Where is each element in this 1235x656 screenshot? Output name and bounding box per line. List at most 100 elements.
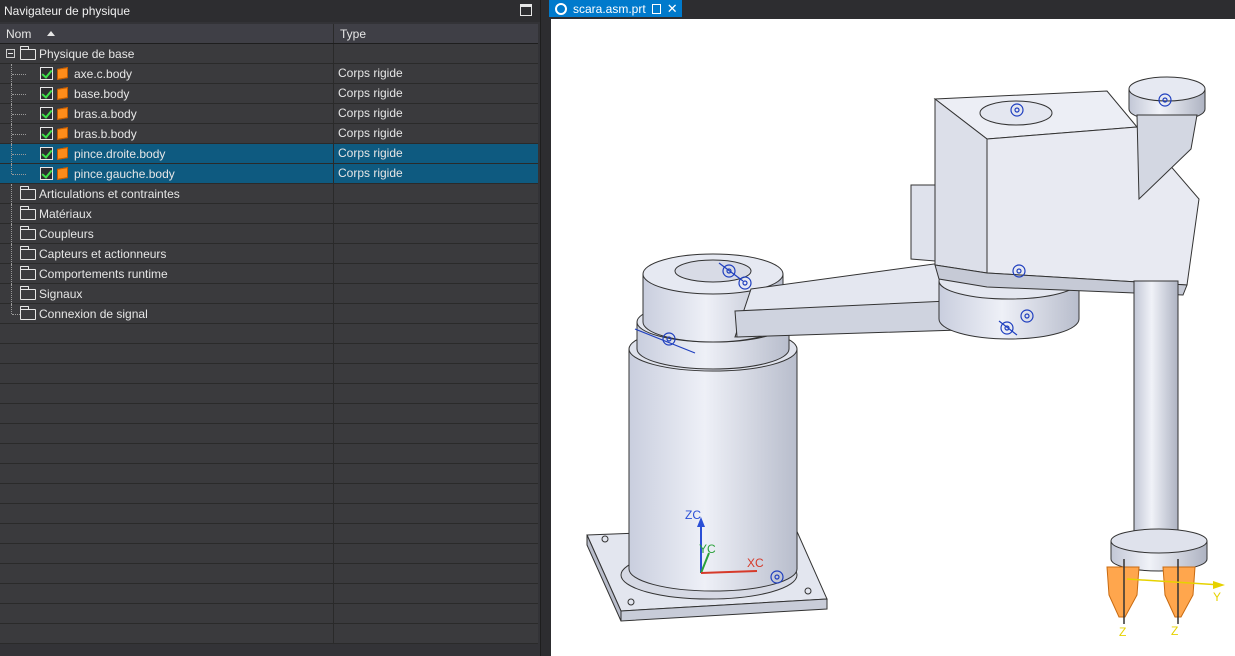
tree-row-body[interactable]: axe.c.body Corps rigide — [0, 64, 538, 84]
tree-node-label: Articulations et contraintes — [39, 186, 180, 201]
document-tabbar: scara.asm.prt ✕ — [549, 0, 1235, 17]
panel-header: Navigateur de physique — [0, 0, 540, 22]
tree-line — [11, 264, 12, 284]
gripper-y-label: Y — [1213, 590, 1221, 604]
part-file-icon — [555, 2, 567, 15]
body-type: Corps rigide — [338, 166, 403, 180]
tree-row-body[interactable]: base.body Corps rigide — [0, 84, 538, 104]
sort-ascending-icon — [47, 31, 56, 36]
pin-icon[interactable] — [651, 3, 661, 14]
body-type: Corps rigide — [338, 106, 403, 120]
checkbox-icon[interactable] — [40, 107, 53, 120]
empty-row — [0, 544, 538, 564]
empty-row — [0, 404, 538, 424]
navigator-tree: Physique de base axe.c.body Corps rigide… — [0, 44, 538, 644]
tree-node-label: Comportements runtime — [39, 266, 168, 281]
empty-row — [0, 344, 538, 364]
body-name: bras.b.body — [74, 126, 137, 141]
tree-line — [12, 114, 26, 115]
empty-row — [0, 464, 538, 484]
empty-row — [0, 624, 538, 644]
tree-node-signals[interactable]: Signaux — [0, 284, 538, 304]
tree-node-label: Connexion de signal — [39, 306, 148, 321]
tree-node-couplers[interactable]: Coupleurs — [0, 224, 538, 244]
document-tab-title: scara.asm.prt — [573, 1, 646, 16]
triad-x-label: XC — [747, 556, 764, 570]
empty-row — [0, 564, 538, 584]
empty-row — [0, 524, 538, 544]
folder-icon — [20, 246, 36, 260]
rigid-body-icon — [57, 87, 68, 100]
tree-line — [11, 304, 12, 314]
folder-icon — [20, 46, 36, 60]
tree-node-sensors[interactable]: Capteurs et actionneurs — [0, 244, 538, 264]
checkbox-icon[interactable] — [40, 67, 53, 80]
checkbox-icon[interactable] — [40, 167, 53, 180]
tree-node-label: Coupleurs — [39, 226, 94, 241]
tree-node-signal-connection[interactable]: Connexion de signal — [0, 304, 538, 324]
close-icon[interactable]: ✕ — [667, 2, 678, 15]
empty-row — [0, 424, 538, 444]
rigid-body-icon — [57, 147, 68, 160]
column-type-header[interactable]: Type — [334, 24, 366, 43]
folder-icon — [20, 266, 36, 280]
body-type: Corps rigide — [338, 86, 403, 100]
empty-row — [0, 384, 538, 404]
body-type: Corps rigide — [338, 146, 403, 160]
triad-y-label: YC — [699, 542, 716, 556]
tree-row-body-selected[interactable]: pince.gauche.body Corps rigide — [0, 164, 538, 184]
folder-icon — [20, 226, 36, 240]
physics-navigator-panel: Navigateur de physique Nom Type Physique… — [0, 0, 541, 656]
tree-node-label: Signaux — [39, 286, 83, 301]
body-type: Corps rigide — [338, 126, 403, 140]
empty-row — [0, 584, 538, 604]
tree-row-body[interactable]: bras.a.body Corps rigide — [0, 104, 538, 124]
tree-node-base-physics[interactable]: Physique de base — [0, 44, 538, 64]
tree-line — [12, 314, 20, 315]
tree-node-runtime[interactable]: Comportements runtime — [0, 264, 538, 284]
maximize-icon[interactable] — [520, 4, 532, 16]
collapse-icon[interactable] — [6, 49, 15, 58]
checkbox-icon[interactable] — [40, 127, 53, 140]
tree-line — [11, 204, 12, 224]
3d-viewport[interactable]: ZC YC XC Y Z Z — [551, 19, 1235, 656]
tree-row-body-selected[interactable]: pince.droite.body Corps rigide — [0, 144, 538, 164]
rigid-body-icon — [57, 167, 68, 180]
tree-node-materials[interactable]: Matériaux — [0, 204, 538, 224]
tree-line — [12, 134, 26, 135]
gripper-z-right-label: Z — [1171, 624, 1178, 638]
empty-row — [0, 444, 538, 464]
rigid-body-icon — [57, 127, 68, 140]
folder-icon — [20, 186, 36, 200]
triad-z-label: ZC — [685, 508, 701, 522]
panel-title: Navigateur de physique — [4, 4, 131, 18]
tree-node-label: Matériaux — [39, 206, 92, 221]
tree-node-joints[interactable]: Articulations et contraintes — [0, 184, 538, 204]
tree-line — [11, 164, 12, 174]
body-type: Corps rigide — [338, 66, 403, 80]
tree-line — [11, 224, 12, 244]
column-name-header[interactable]: Nom — [0, 24, 334, 43]
tree-line — [12, 74, 26, 75]
column-header: Nom Type — [0, 24, 538, 44]
document-tab[interactable]: scara.asm.prt ✕ — [549, 0, 682, 17]
body-name: base.body — [74, 86, 130, 101]
body-name: axe.c.body — [74, 66, 133, 81]
checkbox-icon[interactable] — [40, 147, 53, 160]
tree-row-body[interactable]: bras.b.body Corps rigide — [0, 124, 538, 144]
empty-row — [0, 324, 538, 344]
empty-row — [0, 504, 538, 524]
tree-line — [12, 154, 26, 155]
tree-line — [12, 94, 26, 95]
body-name: pince.droite.body — [74, 146, 166, 161]
gripper-z-left-label: Z — [1119, 625, 1126, 639]
tree-line — [11, 284, 12, 304]
empty-row — [0, 604, 538, 624]
checkbox-icon[interactable] — [40, 87, 53, 100]
folder-icon — [20, 286, 36, 300]
folder-icon — [20, 306, 36, 320]
tree-node-label: Capteurs et actionneurs — [39, 246, 167, 261]
folder-icon — [20, 206, 36, 220]
empty-row — [0, 484, 538, 504]
scara-robot-model[interactable]: ZC YC XC Y Z Z — [551, 19, 1235, 656]
